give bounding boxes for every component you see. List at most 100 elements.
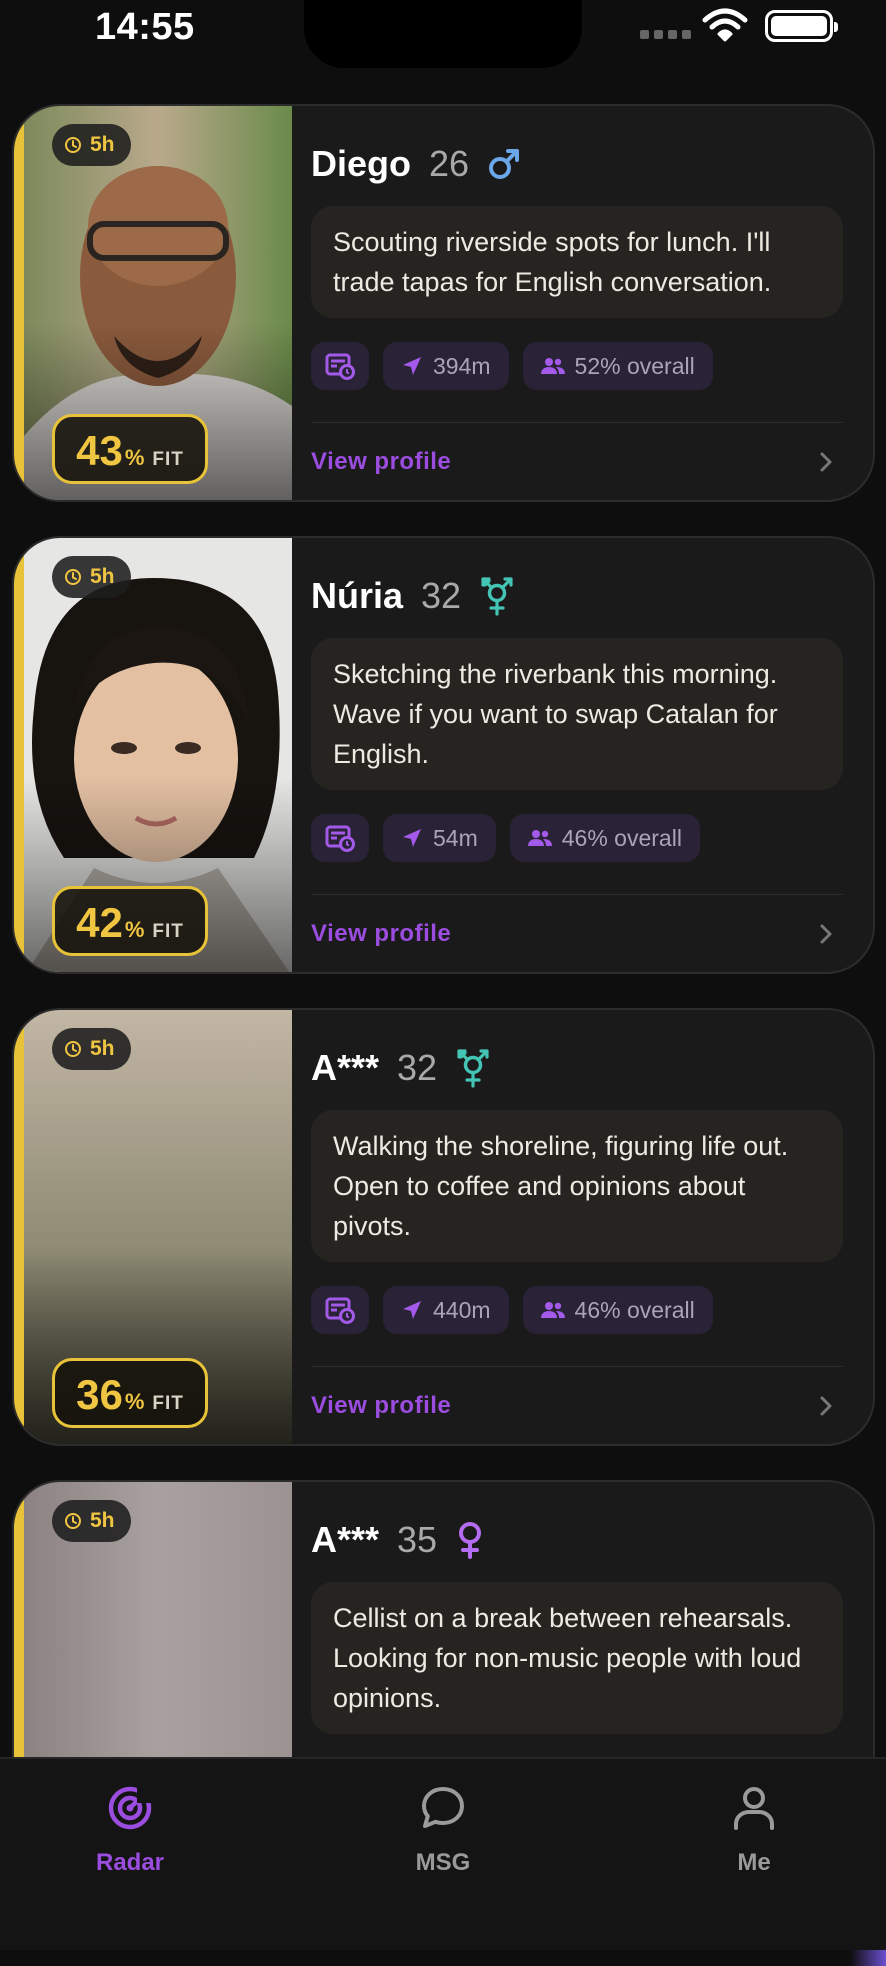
- home-indicator: [0, 1950, 886, 1966]
- distance-text: 394m: [433, 352, 491, 379]
- view-profile-row[interactable]: View profile: [311, 440, 843, 484]
- chevron-right-icon: [820, 924, 832, 944]
- card-accent-bar: [14, 1010, 24, 1444]
- fit-badge: 42 % FIT: [52, 886, 208, 956]
- calendar-clock-icon: [325, 353, 355, 380]
- schedule-chip[interactable]: [311, 342, 369, 390]
- profile-age: 35: [397, 1519, 438, 1560]
- time-ago-badge: 5h: [52, 1028, 131, 1070]
- schedule-chip[interactable]: [311, 814, 369, 862]
- fit-label: FIT: [152, 449, 184, 470]
- view-profile-row[interactable]: View profile: [311, 912, 843, 956]
- distance-text: 54m: [433, 824, 478, 851]
- clock-icon: [65, 137, 81, 153]
- clock-icon: [65, 569, 81, 585]
- time-ago-badge: 5h: [52, 1500, 131, 1542]
- profile-card[interactable]: 5h A*** 35 Cellist on a break between re…: [12, 1480, 875, 1757]
- overall-chip: 46% overall: [509, 814, 700, 862]
- profile-age: 32: [421, 575, 462, 616]
- fit-unit: %: [124, 1389, 145, 1414]
- location-arrow-icon: [403, 829, 421, 847]
- people-icon: [540, 358, 565, 374]
- fit-label: FIT: [152, 1393, 184, 1414]
- name-row: A*** 32: [311, 1044, 491, 1092]
- tab-radar[interactable]: Radar: [40, 1785, 220, 1877]
- card-accent-bar: [14, 538, 24, 972]
- location-arrow-icon: [403, 1301, 421, 1319]
- tab-label: Radar: [95, 1849, 165, 1876]
- profile-photo[interactable]: 5h: [24, 1482, 292, 1757]
- calendar-clock-icon: [325, 825, 355, 852]
- view-profile-link[interactable]: View profile: [311, 1392, 451, 1420]
- view-profile-link[interactable]: View profile: [311, 448, 451, 476]
- time-ago-badge: 5h: [52, 556, 131, 598]
- cellular-signal-icon: [640, 30, 691, 39]
- profile-card[interactable]: 5h 42 % FIT Núria 32 Sketching the river…: [12, 536, 875, 974]
- profile-bio: Walking the shoreline, figuring life out…: [311, 1110, 843, 1262]
- divider: [311, 422, 843, 423]
- card-accent-bar: [14, 1482, 24, 1757]
- tab-msg[interactable]: MSG: [353, 1785, 533, 1877]
- fit-value: 43: [76, 427, 123, 474]
- chevron-right-icon: [820, 1396, 832, 1416]
- profile-card[interactable]: 5h 43 % FIT Diego 26 Scouting riverside …: [12, 104, 875, 502]
- time-ago-text: 5h: [90, 1037, 115, 1060]
- fit-value: 42: [76, 899, 123, 946]
- card-accent-bar: [14, 106, 24, 500]
- chip-row: 54m 46% overall: [311, 814, 700, 862]
- profile-info: Núria 32 Sketching the riverbank this mo…: [311, 538, 843, 972]
- screen: 5h 43 % FIT Diego 26 Scouting riverside …: [0, 0, 886, 1966]
- name-row: A*** 35: [311, 1516, 485, 1564]
- person-icon: [734, 1787, 774, 1830]
- schedule-chip[interactable]: [311, 1286, 369, 1334]
- tab-label: MSG: [415, 1849, 471, 1876]
- profile-info: A*** 32 Walking the shoreline, figuring …: [311, 1010, 843, 1444]
- profile-card[interactable]: 5h 36 % FIT A*** 32 Walking the shorelin…: [12, 1008, 875, 1446]
- profile-bio: Cellist on a break between rehearsals. L…: [311, 1582, 843, 1734]
- divider: [311, 1366, 843, 1367]
- wifi-icon: [702, 8, 748, 42]
- people-icon: [527, 830, 552, 846]
- distance-chip: 440m: [383, 1286, 509, 1334]
- name-row: Diego 26: [311, 140, 521, 188]
- distance-chip: 394m: [383, 342, 509, 390]
- profile-age: 32: [397, 1047, 438, 1088]
- distance-text: 440m: [433, 1296, 491, 1323]
- profile-age: 26: [429, 143, 470, 184]
- chip-row: 440m 46% overall: [311, 1286, 713, 1334]
- distance-chip: 54m: [383, 814, 496, 862]
- overall-chip: 52% overall: [522, 342, 713, 390]
- profile-photo[interactable]: 5h 42 % FIT: [24, 538, 292, 972]
- profile-photo[interactable]: 5h 43 % FIT: [24, 106, 292, 500]
- location-arrow-icon: [403, 357, 421, 375]
- name-row: Núria 32: [311, 572, 515, 620]
- status-time: 14:55: [95, 6, 195, 48]
- time-ago-badge: 5h: [52, 124, 131, 166]
- profile-bio: Scouting riverside spots for lunch. I'll…: [311, 206, 843, 318]
- radar-list[interactable]: 5h 43 % FIT Diego 26 Scouting riverside …: [0, 0, 886, 1757]
- status-bar: 14:55: [0, 0, 886, 70]
- transgender-icon: [455, 1048, 491, 1088]
- profile-info: A*** 35 Cellist on a break between rehea…: [311, 1482, 843, 1757]
- transgender-icon: [479, 576, 515, 616]
- fit-value: 36: [76, 1371, 123, 1418]
- time-ago-text: 5h: [90, 133, 115, 156]
- radar-icon: [108, 1786, 153, 1830]
- profile-photo[interactable]: 5h 36 % FIT: [24, 1010, 292, 1444]
- profile-name: A***: [311, 1519, 380, 1560]
- fit-unit: %: [124, 917, 145, 942]
- clock-icon: [65, 1041, 81, 1057]
- view-profile-row[interactable]: View profile: [311, 1384, 843, 1428]
- view-profile-link[interactable]: View profile: [311, 920, 451, 948]
- dynamic-island: [304, 0, 582, 68]
- fit-badge: 43 % FIT: [52, 414, 208, 484]
- chat-bubble-icon: [422, 1787, 464, 1828]
- tab-me[interactable]: Me: [664, 1785, 844, 1877]
- bottom-tab-bar: Radar MSG Me: [0, 1757, 886, 1966]
- overall-text: 46% overall: [574, 1296, 695, 1323]
- profile-name: A***: [311, 1047, 380, 1088]
- calendar-clock-icon: [325, 1297, 355, 1324]
- profile-info: Diego 26 Scouting riverside spots for lu…: [311, 106, 843, 500]
- male-icon: [487, 147, 521, 181]
- time-ago-text: 5h: [90, 1509, 115, 1532]
